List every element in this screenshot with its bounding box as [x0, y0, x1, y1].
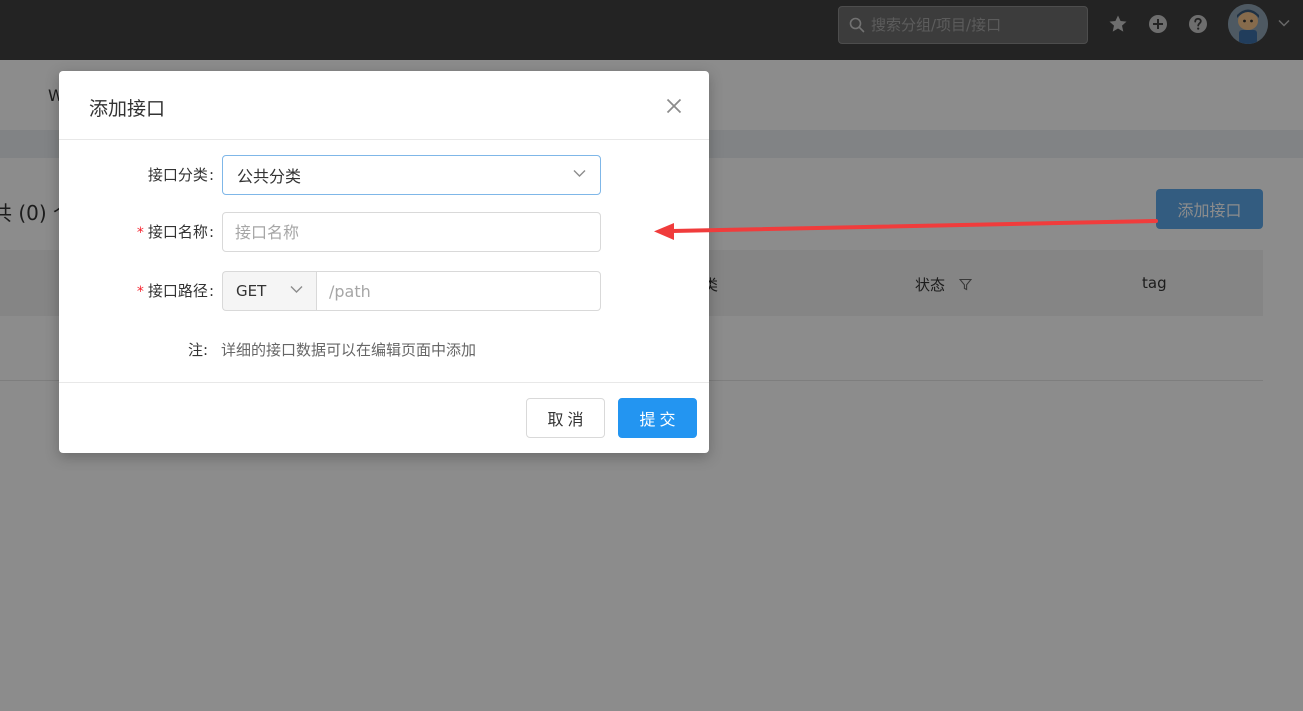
interface-path-input[interactable]	[316, 271, 601, 311]
annotation-arrow	[654, 219, 1158, 240]
chevron-down-icon	[290, 286, 303, 293]
name-label: * 接口名称:	[136, 223, 214, 241]
chevron-down-icon	[573, 170, 586, 177]
modal-footer-divider	[59, 382, 709, 383]
cancel-button[interactable]: 取消	[526, 398, 605, 438]
interface-name-input[interactable]	[222, 212, 601, 252]
submit-button[interactable]: 提交	[618, 398, 697, 438]
close-button[interactable]	[663, 95, 685, 117]
path-label: * 接口路径:	[136, 282, 214, 300]
modal-title: 添加接口	[89, 98, 166, 120]
category-label: 接口分类:	[147, 166, 214, 184]
http-method-select[interactable]: GET	[222, 271, 317, 311]
required-mark: *	[136, 284, 144, 300]
note-label: 注:	[188, 341, 209, 359]
category-select[interactable]: 公共分类	[222, 155, 601, 195]
add-interface-modal: 添加接口 接口分类: 公共分类 *接口名称: *接口路径: GET	[59, 71, 709, 453]
modal-header-divider	[59, 139, 709, 140]
required-mark: *	[136, 225, 144, 241]
note-text: 详细的接口数据可以在编辑页面中添加	[221, 341, 477, 359]
category-value: 公共分类	[237, 167, 302, 186]
close-icon	[666, 98, 682, 114]
http-method-value: GET	[236, 282, 267, 300]
